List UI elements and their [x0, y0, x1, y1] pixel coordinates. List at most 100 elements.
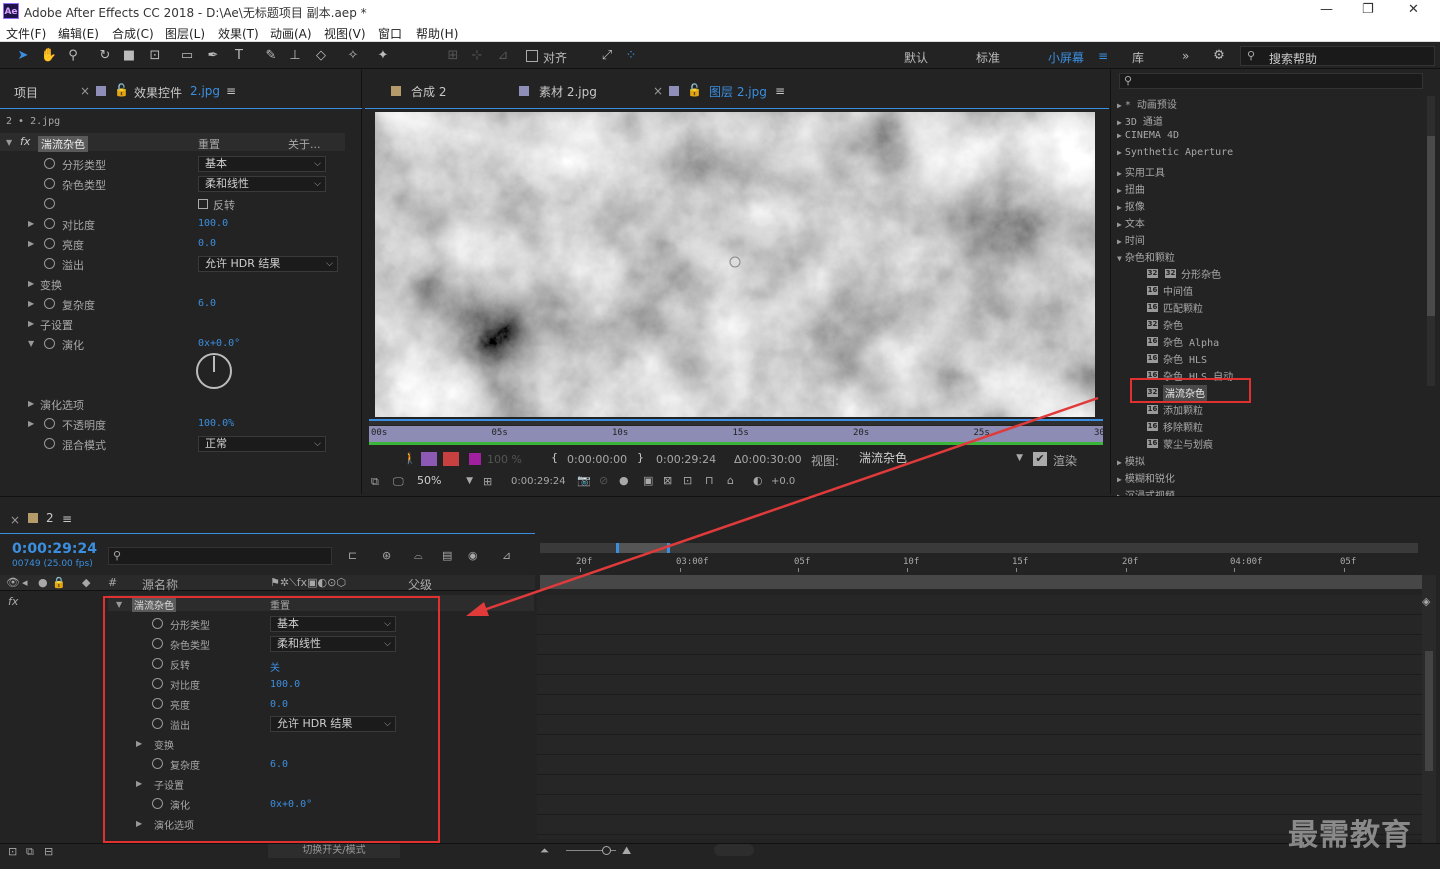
- start-timecode[interactable]: 0:00:00:00: [567, 453, 627, 466]
- selection-tool-icon[interactable]: ➤: [14, 47, 32, 65]
- workspace-standard[interactable]: 标准: [976, 49, 1000, 66]
- timeline-prop-dropdown[interactable]: 基本 ⌵: [270, 616, 396, 632]
- timeline-prop-dropdown[interactable]: 柔和线性 ⌵: [270, 636, 396, 652]
- evolution-dial[interactable]: [196, 353, 232, 389]
- draft-3d-icon[interactable]: ⊛: [382, 549, 391, 562]
- rect-tool-icon[interactable]: ▭: [178, 47, 196, 65]
- transparency-grid-icon[interactable]: ⊠: [663, 474, 672, 487]
- effect-category[interactable]: ▶ 时间: [1117, 232, 1145, 249]
- mask-icon[interactable]: ⊡: [683, 474, 692, 487]
- menu-help[interactable]: 帮助(H): [416, 25, 458, 42]
- stopwatch-icon[interactable]: [44, 218, 55, 229]
- resolution-icon[interactable]: ⊞: [483, 475, 492, 488]
- effect-prop-dropdown[interactable]: 正常 ⌵: [198, 436, 326, 452]
- label-icon[interactable]: ◆: [82, 576, 90, 589]
- timeline-group-expand-icon[interactable]: ▶: [136, 819, 142, 828]
- effect-name[interactable]: 湍流杂色: [38, 136, 88, 152]
- effect-category[interactable]: ▶ 模糊和锐化: [1117, 470, 1175, 487]
- close-button[interactable]: ✕: [1408, 2, 1419, 17]
- effect-item[interactable]: 添加颗粒: [1163, 402, 1203, 419]
- comp-flowchart-icon[interactable]: ⊏: [348, 549, 357, 562]
- layer-duration-bar[interactable]: [540, 575, 1422, 589]
- timeline-stopwatch-icon[interactable]: [152, 658, 163, 669]
- timeline-stopwatch-icon[interactable]: [152, 798, 163, 809]
- prop-expand-icon[interactable]: ▶: [28, 219, 34, 228]
- menu-composition[interactable]: 合成(C): [112, 25, 154, 42]
- menu-edit[interactable]: 编辑(E): [58, 25, 99, 42]
- timeline-prop-value[interactable]: 100.0: [270, 679, 300, 690]
- effect-category[interactable]: ▶ 文本: [1117, 215, 1145, 232]
- brush-tool-icon[interactable]: ✎: [262, 47, 280, 65]
- effect-category[interactable]: ▶ CINEMA 4D: [1117, 130, 1179, 147]
- camera-tool-icon[interactable]: ■: [120, 47, 138, 65]
- shy-icon[interactable]: ⌓: [414, 549, 423, 563]
- workspace-default[interactable]: 默认: [904, 49, 928, 66]
- layer-tab-close-icon[interactable]: ×: [653, 84, 663, 98]
- stopwatch-icon[interactable]: [44, 438, 55, 449]
- reset-button[interactable]: 重置: [198, 136, 220, 152]
- motion-blur-icon[interactable]: ◉: [468, 549, 478, 562]
- axis-view-icon[interactable]: ⊿: [494, 47, 512, 65]
- timeline-stopwatch-icon[interactable]: [152, 638, 163, 649]
- timeline-stopwatch-icon[interactable]: [152, 698, 163, 709]
- axis-world-icon[interactable]: ⊹: [468, 47, 486, 65]
- switches-icon[interactable]: ⚑✲⟍fx▣◐⊙⬡: [270, 576, 346, 590]
- effects-scrollbar[interactable]: [1427, 96, 1435, 386]
- monitor-icon[interactable]: 🖵: [393, 475, 404, 489]
- prop-expand-icon[interactable]: ▶: [28, 419, 34, 428]
- lock-column-icon[interactable]: 🔒: [52, 576, 66, 589]
- frame-blend-icon[interactable]: ▤: [442, 549, 452, 562]
- stopwatch-icon[interactable]: [44, 178, 55, 189]
- turbulent-noise-preview[interactable]: [375, 112, 1095, 417]
- reset-exposure-icon[interactable]: ⌂: [727, 474, 734, 487]
- color-swatch-icon[interactable]: [469, 453, 481, 465]
- invert-checkbox[interactable]: [198, 199, 208, 209]
- pen-tool-icon[interactable]: ✒: [204, 47, 222, 65]
- workspace-menu-icon[interactable]: ≡: [1098, 49, 1108, 63]
- preview-toggle-icon[interactable]: ⧉: [371, 475, 379, 489]
- stopwatch-icon[interactable]: [44, 258, 55, 269]
- effect-prop-value[interactable]: 0.0: [198, 238, 216, 249]
- timeline-ruler[interactable]: 20f 03:00f 05f 10f 15f 20f 04:00f 05f: [540, 555, 1420, 573]
- current-timecode[interactable]: 0:00:29:24: [511, 476, 566, 487]
- col-source-name[interactable]: 源名称: [142, 576, 178, 593]
- type-tool-icon[interactable]: T: [230, 47, 248, 65]
- effect-prop-value[interactable]: 0x+0.0°: [198, 338, 240, 349]
- restore-button[interactable]: ❐: [1362, 2, 1374, 17]
- effect-item[interactable]: 杂色 HLS 自动: [1163, 368, 1233, 385]
- effect-category[interactable]: ▶ * 动画预设: [1117, 96, 1177, 113]
- stopwatch-icon[interactable]: [44, 158, 55, 169]
- effect-category[interactable]: ▶ 3D 通道: [1117, 113, 1163, 130]
- graph-editor-icon[interactable]: ⊿: [502, 549, 511, 562]
- show-snapshot-icon[interactable]: ⊘: [599, 474, 608, 487]
- timeline-prop-value[interactable]: 关: [270, 659, 280, 674]
- tab-composition[interactable]: 合成 2: [411, 83, 446, 100]
- stamp-tool-icon[interactable]: ⊥: [286, 47, 304, 65]
- menu-animation[interactable]: 动画(A): [270, 25, 312, 42]
- timeline-group-expand-icon[interactable]: ▶: [136, 739, 142, 748]
- timeline-timecode[interactable]: 0:00:29:24: [12, 541, 97, 557]
- expand-modes-icon[interactable]: ⊟: [44, 845, 53, 858]
- menu-window[interactable]: 窗口: [378, 25, 402, 42]
- set-in-icon[interactable]: {: [551, 451, 558, 464]
- stopwatch-icon[interactable]: [44, 418, 55, 429]
- effect-prop-value[interactable]: 6.0: [198, 298, 216, 309]
- zoom-out-icon[interactable]: ⏶: [540, 844, 549, 858]
- search-help-box[interactable]: ⚲ 搜索帮助: [1240, 46, 1435, 66]
- effect-item[interactable]: 湍流杂色: [1163, 385, 1207, 402]
- keyframe-track-area[interactable]: [537, 595, 1422, 839]
- effect-item[interactable]: 移除颗粒: [1163, 419, 1203, 436]
- work-area-bar[interactable]: [369, 419, 1103, 425]
- timeline-stopwatch-icon[interactable]: [152, 618, 163, 629]
- about-button[interactable]: 关于...: [288, 136, 321, 152]
- timeline-stopwatch-icon[interactable]: [152, 758, 163, 769]
- prop-expand-icon[interactable]: ▶: [28, 319, 34, 328]
- timeline-reset-button[interactable]: 重置: [270, 597, 290, 612]
- tab-footage[interactable]: 素材 2.jpg: [539, 83, 597, 100]
- walk-icon[interactable]: 🚶: [403, 452, 417, 465]
- timeline-stopwatch-icon[interactable]: [152, 718, 163, 729]
- tab-close-icon[interactable]: ×: [80, 84, 90, 98]
- prop-expand-icon[interactable]: ▼: [28, 339, 34, 348]
- effect-prop-dropdown[interactable]: 允许 HDR 结果 ⌵: [198, 256, 338, 272]
- keyframe-nav-icon[interactable]: ◈: [1422, 595, 1430, 608]
